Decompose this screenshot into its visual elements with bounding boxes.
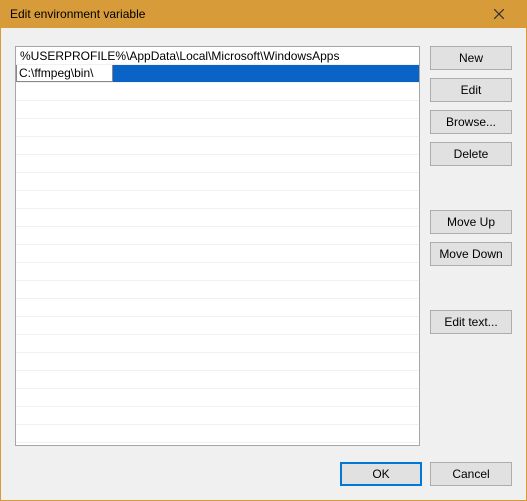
list-item-empty[interactable] bbox=[16, 353, 419, 371]
list-item-empty[interactable] bbox=[16, 119, 419, 137]
edit-text-button[interactable]: Edit text... bbox=[430, 310, 512, 334]
main-row: %USERPROFILE%\AppData\Local\Microsoft\Wi… bbox=[15, 46, 512, 448]
new-button[interactable]: New bbox=[430, 46, 512, 70]
spacer bbox=[430, 174, 512, 202]
list-item-empty[interactable] bbox=[16, 227, 419, 245]
close-button[interactable] bbox=[479, 0, 519, 28]
browse-button[interactable]: Browse... bbox=[430, 110, 512, 134]
dialog-content: %USERPROFILE%\AppData\Local\Microsoft\Wi… bbox=[1, 28, 526, 500]
list-item-empty[interactable] bbox=[16, 407, 419, 425]
list-item-empty[interactable] bbox=[16, 245, 419, 263]
move-down-button[interactable]: Move Down bbox=[430, 242, 512, 266]
list-item-empty[interactable] bbox=[16, 317, 419, 335]
list-item-empty[interactable] bbox=[16, 263, 419, 281]
list-item-empty[interactable] bbox=[16, 101, 419, 119]
list-item-editing[interactable] bbox=[16, 65, 419, 83]
move-up-button[interactable]: Move Up bbox=[430, 210, 512, 234]
close-icon bbox=[494, 9, 504, 19]
path-listbox[interactable]: %USERPROFILE%\AppData\Local\Microsoft\Wi… bbox=[15, 46, 420, 446]
delete-button[interactable]: Delete bbox=[430, 142, 512, 166]
list-item-empty[interactable] bbox=[16, 191, 419, 209]
path-edit-input[interactable] bbox=[16, 65, 113, 82]
list-item-empty[interactable] bbox=[16, 209, 419, 227]
list-item-empty[interactable] bbox=[16, 425, 419, 443]
list-item-empty[interactable] bbox=[16, 155, 419, 173]
edit-button[interactable]: Edit bbox=[430, 78, 512, 102]
dialog-bottom-buttons: OK Cancel bbox=[15, 448, 512, 486]
window-title: Edit environment variable bbox=[10, 7, 479, 21]
list-item-empty[interactable] bbox=[16, 389, 419, 407]
cancel-button[interactable]: Cancel bbox=[430, 462, 512, 486]
list-item-empty[interactable] bbox=[16, 281, 419, 299]
list-item-empty[interactable] bbox=[16, 335, 419, 353]
list-item-empty[interactable] bbox=[16, 137, 419, 155]
titlebar: Edit environment variable bbox=[0, 0, 527, 28]
ok-button[interactable]: OK bbox=[340, 462, 422, 486]
list-item-empty[interactable] bbox=[16, 83, 419, 101]
list-item-empty[interactable] bbox=[16, 299, 419, 317]
list-item[interactable]: %USERPROFILE%\AppData\Local\Microsoft\Wi… bbox=[16, 47, 419, 65]
side-button-column: New Edit Browse... Delete Move Up Move D… bbox=[430, 46, 512, 448]
spacer bbox=[430, 274, 512, 302]
client-area: %USERPROFILE%\AppData\Local\Microsoft\Wi… bbox=[1, 28, 526, 500]
list-item-empty[interactable] bbox=[16, 173, 419, 191]
list-item-empty[interactable] bbox=[16, 371, 419, 389]
